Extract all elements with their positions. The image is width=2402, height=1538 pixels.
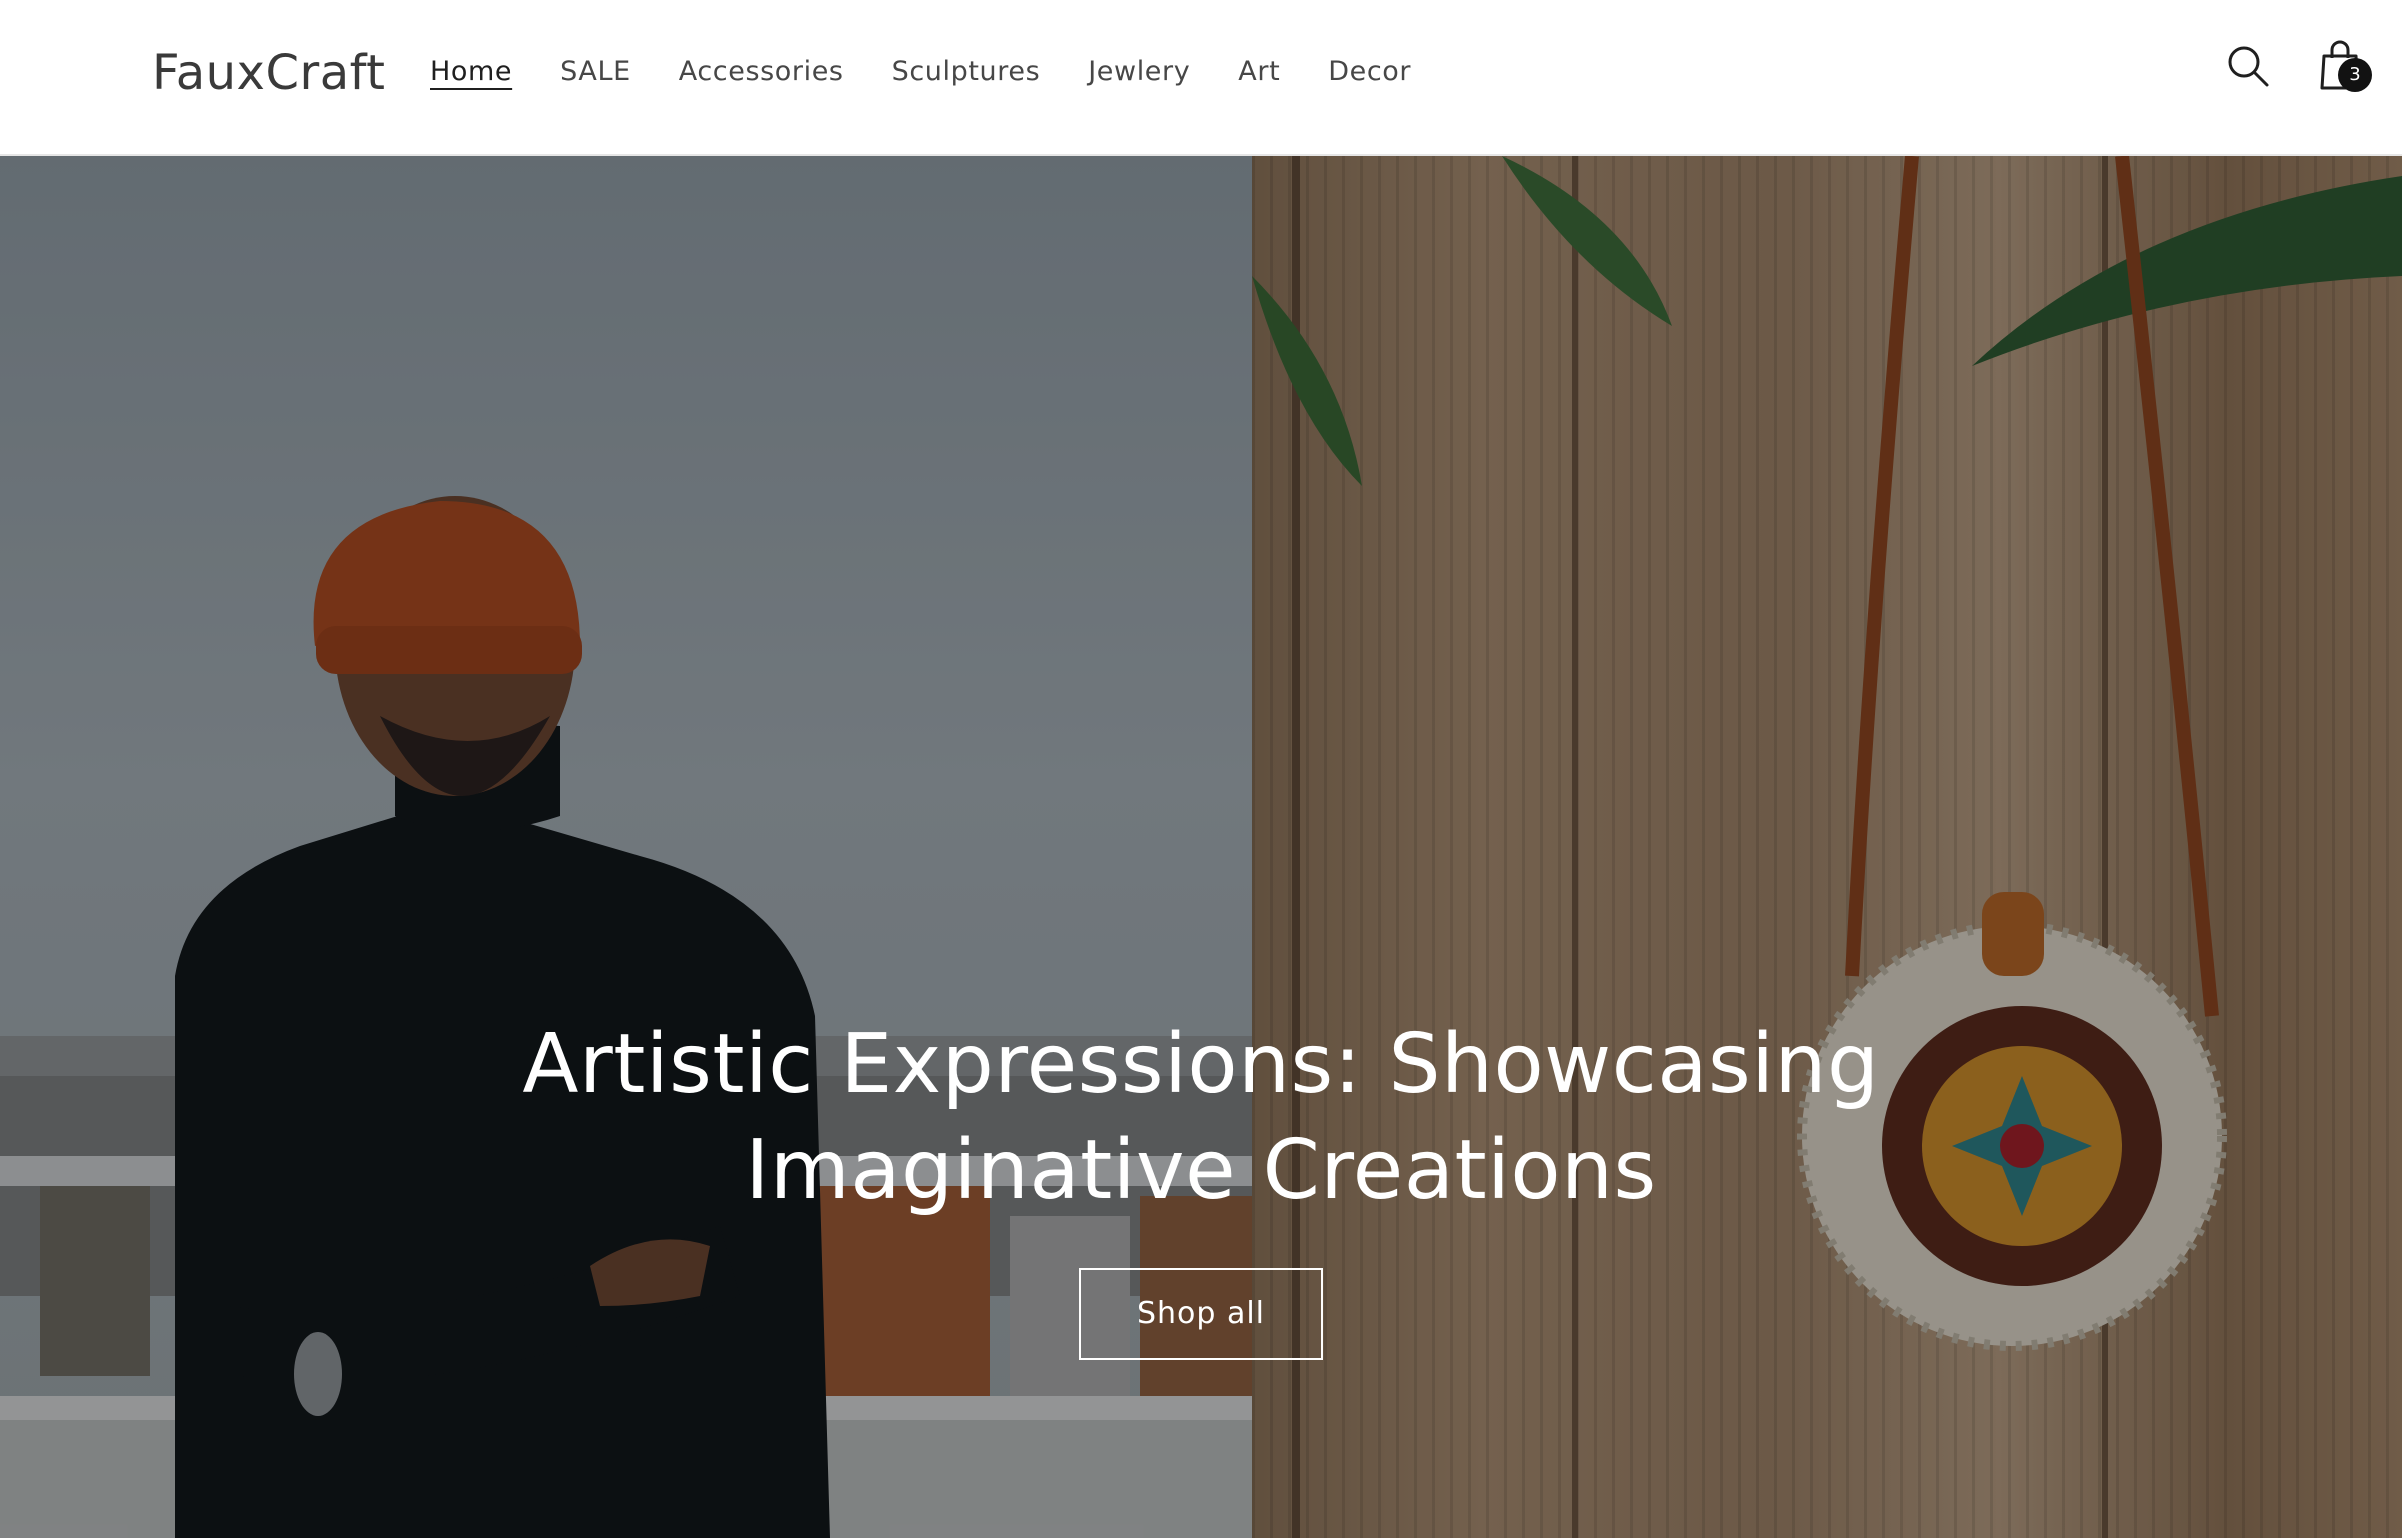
brand-logo[interactable]: FauxCraft [152, 40, 385, 106]
nav-link-sale[interactable]: SALE [560, 52, 631, 92]
shop-all-button[interactable]: Shop all [1079, 1268, 1323, 1360]
hero-title: Artistic Expressions: Showcasing Imagina… [522, 1017, 1880, 1218]
nav-link-home[interactable]: Home [430, 52, 512, 92]
cart-button[interactable]: 3 [2316, 36, 2372, 96]
site-header: FauxCraft Home SALE Accessories Sculptur… [0, 0, 2402, 156]
nav-link-art[interactable]: Art [1238, 52, 1280, 92]
header-icons: 3 [2224, 36, 2372, 96]
main-nav: Home SALE Accessories Sculptures Jewlery… [430, 52, 1411, 92]
hero-banner: Artistic Expressions: Showcasing Imagina… [0, 156, 2402, 1538]
nav-link-accessories[interactable]: Accessories [679, 52, 844, 92]
search-button[interactable] [2224, 36, 2272, 96]
search-icon [2228, 46, 2269, 87]
cart-count-badge: 3 [2338, 58, 2372, 92]
nav-link-jewlery[interactable]: Jewlery [1088, 52, 1190, 92]
hero-content: Artistic Expressions: Showcasing Imagina… [0, 1012, 2402, 1360]
nav-link-sculptures[interactable]: Sculptures [892, 52, 1041, 92]
nav-link-decor[interactable]: Decor [1328, 52, 1411, 92]
